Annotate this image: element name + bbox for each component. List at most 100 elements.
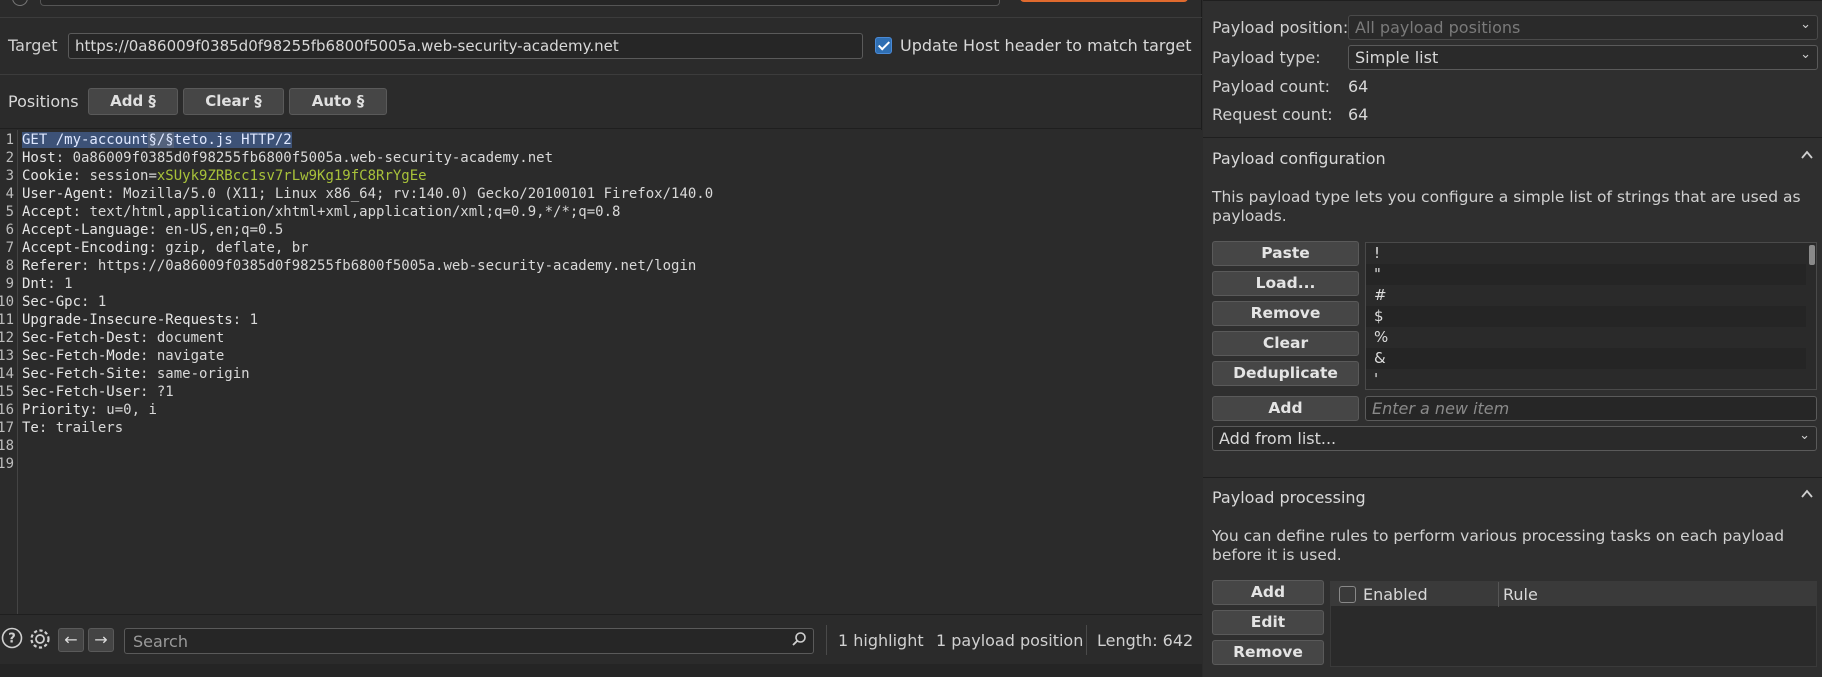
header-value: en-US,en;q=0.5 [165, 222, 284, 238]
line-number: 6 [5, 222, 14, 238]
header-line[interactable]: Referer: https://0a86009f0385d0f98255fb6… [22, 258, 696, 274]
line-number: 16 [0, 402, 14, 418]
header-value: 0a86009f0385d0f98255fb6800f5005a.web-sec… [72, 150, 554, 166]
list-item[interactable]: ! [1366, 243, 1806, 264]
svg-text:?: ? [8, 632, 16, 647]
header-line[interactable]: Sec-Fetch-Dest: document [22, 330, 224, 346]
auto-marker-button[interactable]: Auto § [289, 88, 387, 115]
top-toolbar-edge [0, 0, 1202, 18]
update-host-checkbox[interactable] [875, 37, 892, 54]
payload-configuration-title: Payload configuration [1212, 149, 1386, 168]
payload-list[interactable]: ! " # $ % & ' [1365, 242, 1817, 390]
gear-icon[interactable] [28, 627, 52, 656]
search-placeholder: Search [133, 632, 188, 651]
positions-toolbar: Positions Add § Clear § Auto § [0, 75, 1202, 129]
enabled-all-checkbox[interactable] [1339, 586, 1356, 603]
add-marker-button[interactable]: Add § [88, 88, 178, 115]
edit-rule-button[interactable]: Edit [1212, 610, 1324, 635]
header-line[interactable]: Host: 0a86009f0385d0f98255fb6800f5005a.w… [22, 150, 553, 166]
collapse-icon[interactable] [1800, 487, 1814, 505]
list-item[interactable]: # [1366, 285, 1806, 306]
header-name: Priority [22, 402, 90, 418]
payload-type-select[interactable]: Simple list ⌄ [1348, 45, 1818, 70]
status-strip [0, 664, 1202, 677]
help-icon-partial[interactable] [12, 0, 28, 6]
header-line[interactable]: Dnt: 1 [22, 276, 73, 292]
header-name: Sec-Fetch-Mode [22, 348, 141, 364]
column-divider[interactable] [1498, 582, 1499, 607]
request-count-label: Request count: [1212, 105, 1333, 124]
list-item[interactable]: % [1366, 327, 1806, 348]
paste-button[interactable]: Paste [1212, 241, 1359, 266]
new-item-input[interactable]: Enter a new item [1365, 396, 1817, 421]
header-line[interactable]: Accept-Language: en-US,en;q=0.5 [22, 222, 283, 238]
header-line[interactable]: User-Agent: Mozilla/5.0 (X11; Linux x86_… [22, 186, 713, 202]
header-colon: : [47, 276, 65, 292]
header-line[interactable]: Te: trailers [22, 420, 123, 436]
column-rule[interactable]: Rule [1503, 585, 1538, 604]
header-line[interactable]: Sec-Fetch-Mode: navigate [22, 348, 224, 364]
line-number: 17 [0, 420, 14, 436]
header-line[interactable]: Accept: text/html,application/xhtml+xml,… [22, 204, 620, 220]
header-line[interactable]: Sec-Gpc: 1 [22, 294, 106, 310]
request-panel: Target Update Host header to match targe… [0, 0, 1202, 677]
target-url-input[interactable] [68, 33, 863, 59]
column-enabled[interactable]: Enabled [1363, 585, 1428, 604]
load-button[interactable]: Load... [1212, 271, 1359, 296]
clear-marker-button[interactable]: Clear § [183, 88, 284, 115]
update-host-label[interactable]: Update Host header to match target [900, 36, 1191, 55]
add-from-list-select[interactable]: Add from list... ⌄ [1212, 426, 1817, 451]
clear-button[interactable]: Clear [1212, 331, 1359, 356]
payload-type-value: Simple list [1355, 48, 1439, 67]
header-colon: : [106, 186, 124, 202]
header-line[interactable]: Upgrade-Insecure-Requests: 1 [22, 312, 258, 328]
header-value: document [156, 330, 225, 346]
header-line[interactable]: Priority: u=0, i [22, 402, 157, 418]
list-item[interactable]: ' [1366, 369, 1806, 389]
header-line[interactable]: Cookie: session=xSUyk9ZRBcc1sv7rLw9Kg19f… [22, 168, 427, 184]
header-line[interactable]: Accept-Encoding: gzip, deflate, br [22, 240, 309, 256]
processing-rules-table[interactable]: Enabled Rule [1330, 581, 1817, 667]
header-name: User-Agent [22, 186, 107, 202]
search-input[interactable]: Search [124, 628, 814, 654]
add-item-button[interactable]: Add [1212, 396, 1359, 421]
deduplicate-button[interactable]: Deduplicate [1212, 361, 1359, 386]
next-button[interactable]: → [88, 628, 114, 652]
list-item[interactable]: " [1366, 264, 1806, 285]
collapse-icon[interactable] [1800, 148, 1814, 166]
header-line[interactable]: Sec-Fetch-Site: same-origin [22, 366, 250, 382]
request-line[interactable]: GET /my-account§/§teto.js HTTP/2 [22, 132, 292, 148]
divider [1203, 137, 1822, 138]
previous-button[interactable]: ← [58, 628, 84, 652]
add-rule-button[interactable]: Add [1212, 580, 1324, 605]
line-number: 11 [0, 312, 14, 328]
header-line[interactable]: Sec-Fetch-User: ?1 [22, 384, 174, 400]
top-input-partial[interactable] [40, 0, 1000, 6]
line-number: 1 [5, 132, 14, 148]
line-number: 10 [0, 294, 14, 310]
request-count-value: 64 [1348, 105, 1369, 124]
list-item[interactable]: $ [1366, 306, 1806, 327]
payload-marker[interactable]: §/§ [148, 132, 174, 148]
list-item[interactable]: & [1366, 348, 1806, 369]
line-number: 9 [5, 276, 14, 292]
request-line-text: GET /my-account [22, 132, 149, 148]
search-icon[interactable] [791, 631, 807, 651]
header-value: trailers [55, 420, 124, 436]
header-name: Accept-Encoding [22, 240, 149, 256]
start-attack-button-partial[interactable] [1020, 0, 1188, 2]
header-value: session= [89, 168, 157, 184]
payload-type-label: Payload type: [1212, 48, 1321, 67]
target-row: Target Update Host header to match targe… [0, 18, 1202, 75]
list-scrollbar[interactable] [1809, 245, 1815, 265]
remove-button[interactable]: Remove [1212, 301, 1359, 326]
help-icon[interactable]: ? [1, 627, 23, 654]
header-colon: : [81, 258, 98, 274]
request-editor[interactable]: 1 2 3 4 5 6 7 8 9 10 11 12 13 14 15 16 17 18 19 GET /my-ac… [0, 130, 1202, 614]
header-colon: : [148, 240, 166, 256]
remove-rule-button[interactable]: Remove [1212, 640, 1324, 665]
request-length: Length: 642 [1097, 631, 1194, 650]
header-name: Sec-Fetch-Dest [22, 330, 141, 346]
header-name: Upgrade-Insecure-Requests [22, 312, 233, 328]
header-name: Accept-Language [22, 222, 149, 238]
